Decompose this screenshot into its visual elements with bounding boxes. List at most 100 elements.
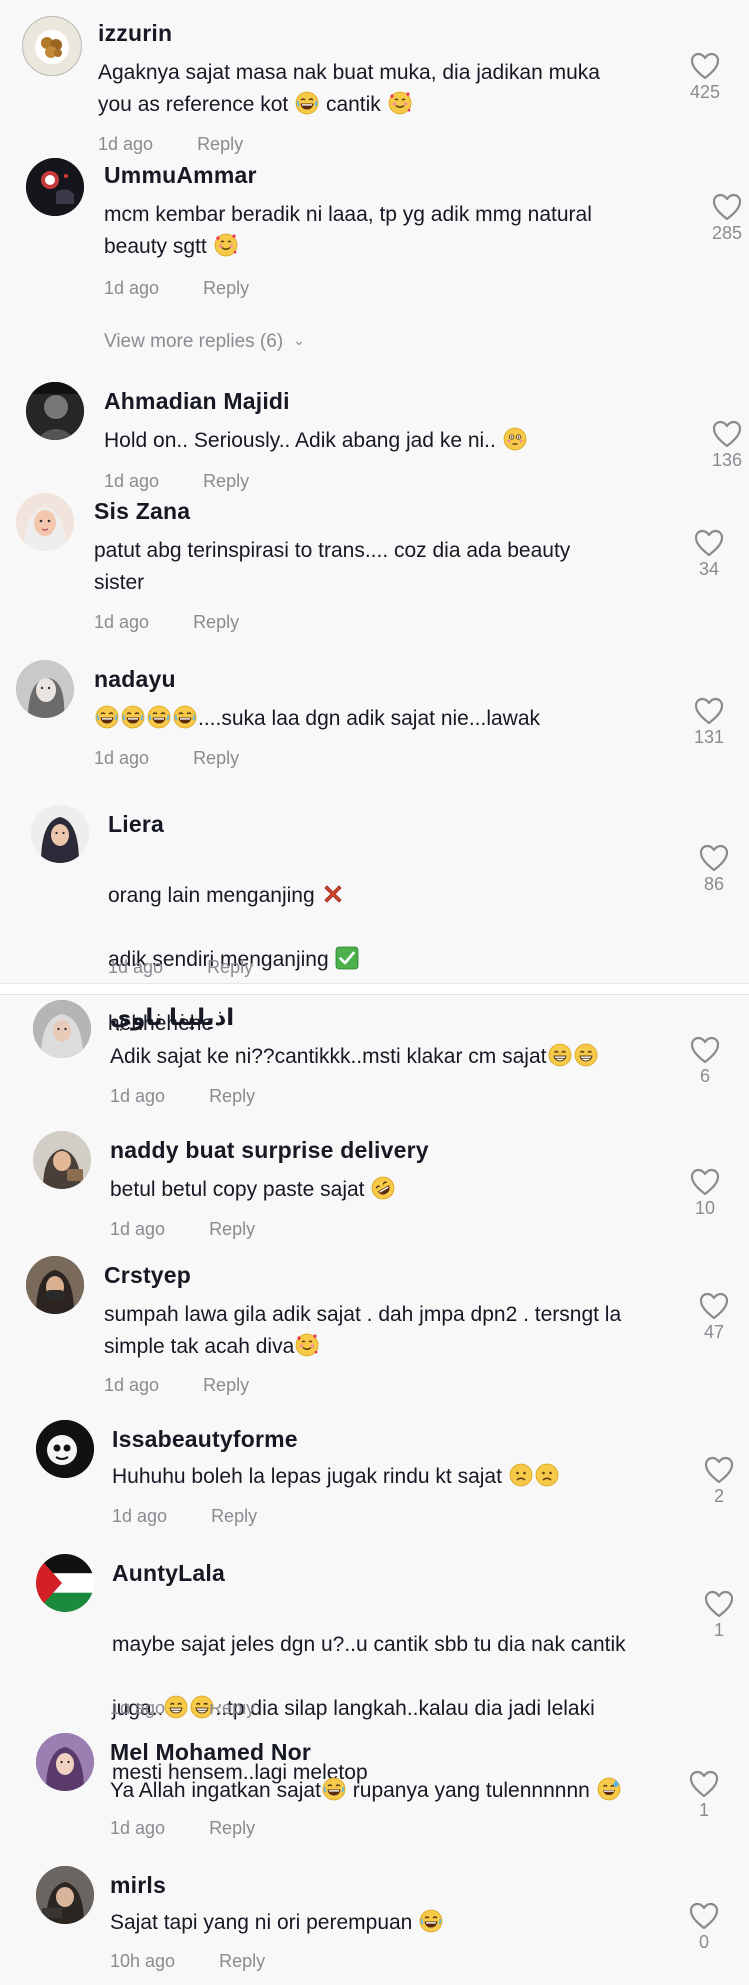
username[interactable]: izzurin <box>98 20 172 47</box>
username[interactable]: Liera <box>108 811 164 838</box>
frowning-face-emoji <box>535 1463 559 1487</box>
comment-meta: 1d ago Reply <box>108 957 253 978</box>
chevron-down-icon: ⌄ <box>293 332 305 348</box>
reply-button[interactable]: Reply <box>219 1951 265 1971</box>
avatar[interactable] <box>26 1256 84 1314</box>
grinning-sweat-emoji <box>597 1777 621 1801</box>
reply-button[interactable]: Reply <box>211 1506 257 1526</box>
heart-icon <box>694 529 724 557</box>
avatar[interactable] <box>36 1420 94 1478</box>
avatar[interactable] <box>26 382 84 440</box>
like-button[interactable]: 1 <box>681 1770 727 1821</box>
comment-time: 1d ago <box>110 1219 166 1239</box>
heart-icon <box>699 844 729 872</box>
reply-button[interactable]: Reply <box>193 748 239 768</box>
username[interactable]: Crstyep <box>104 1262 191 1289</box>
reply-button[interactable]: Reply <box>209 1219 255 1239</box>
like-count: 34 <box>698 559 720 579</box>
like-button[interactable]: 34 <box>686 529 732 580</box>
like-count: 86 <box>703 874 725 894</box>
avatar[interactable] <box>16 493 74 551</box>
like-button[interactable]: 136 <box>704 420 749 471</box>
comment-meta: 1d ago Reply <box>110 1086 255 1107</box>
laughing-tears-emoji <box>173 705 197 729</box>
comment-meta: 1d ago Reply <box>110 1818 255 1839</box>
laughing-tears-emoji <box>295 91 319 115</box>
reply-button[interactable]: Reply <box>203 278 249 298</box>
comment-text: sumpah lawa gila adik sajat . dah jmpa d… <box>104 1303 622 1358</box>
reply-button[interactable]: Reply <box>207 957 253 977</box>
username[interactable]: UmmuAmmar <box>104 162 257 189</box>
avatar[interactable] <box>26 158 84 216</box>
comment-meta: 1d ago Reply <box>98 134 243 155</box>
username[interactable]: اذيلينا ناوي <box>110 1004 234 1031</box>
like-button[interactable]: 2 <box>696 1456 742 1507</box>
comment-time: 1d ago <box>98 134 154 154</box>
comment-text: Sajat tapi yang ni ori perempuan <box>110 1907 670 1939</box>
view-more-replies-button[interactable]: View more replies (6) ⌄ <box>104 331 305 353</box>
username[interactable]: naddy buat surprise delivery <box>110 1137 429 1164</box>
comment-meta: 10h ago Reply <box>110 1951 265 1972</box>
username[interactable]: Ahmadian Majidi <box>104 388 290 415</box>
comment-meta: 1d ago Reply <box>104 278 249 299</box>
heart-icon <box>689 1770 719 1798</box>
comment-meta: 1d ago Reply <box>104 1375 249 1396</box>
grinning-face-emoji <box>574 1043 598 1067</box>
avatar[interactable] <box>16 660 74 718</box>
like-button[interactable]: 1 <box>696 1590 742 1641</box>
username[interactable]: nadayu <box>94 666 176 693</box>
avatar[interactable] <box>33 1000 91 1058</box>
avatar[interactable] <box>31 805 89 863</box>
comment-text: Hold on.. Seriously.. Adik abang jad ke … <box>104 425 684 457</box>
reply-button[interactable]: Reply <box>209 1086 255 1106</box>
comment-time: 1d ago <box>94 748 150 768</box>
reply-button[interactable]: Reply <box>197 134 243 154</box>
like-count: 136 <box>711 450 743 470</box>
avatar[interactable] <box>22 16 82 76</box>
comment-time: 10h ago <box>110 1951 176 1971</box>
like-button[interactable]: 0 <box>681 1902 727 1953</box>
username[interactable]: Mel Mohamed Nor <box>110 1739 311 1766</box>
username[interactable]: Issabeautyforme <box>112 1426 298 1453</box>
comment-time: 1d ago <box>110 1086 166 1106</box>
like-count: 0 <box>698 1932 709 1952</box>
reply-button[interactable]: Reply <box>203 1375 249 1395</box>
check-mark-emoji <box>335 946 359 970</box>
comment-text: Adik sajat ke ni??cantikkk..msti klakar … <box>110 1041 670 1073</box>
smiling-hearts-emoji <box>295 1333 319 1357</box>
comment-meta: 1d ago Reply <box>94 612 239 633</box>
laughing-tears-emoji <box>147 705 171 729</box>
avatar[interactable] <box>36 1554 94 1612</box>
avatar[interactable] <box>36 1866 94 1924</box>
comment-text: mcm kembar beradik ni laaa, tp yg adik m… <box>104 203 592 258</box>
reply-button[interactable]: Reply <box>203 471 249 491</box>
like-button[interactable]: 86 <box>691 844 737 895</box>
laughing-tears-emoji <box>121 705 145 729</box>
like-button[interactable]: 47 <box>691 1292 737 1343</box>
like-button[interactable]: 425 <box>682 52 728 103</box>
reply-button[interactable]: Reply <box>209 1704 255 1718</box>
like-button[interactable]: 6 <box>682 1036 728 1087</box>
like-button[interactable]: 285 <box>704 193 749 244</box>
like-button[interactable]: 10 <box>682 1168 728 1219</box>
reply-button[interactable]: Reply <box>193 612 239 632</box>
like-count: 285 <box>711 223 743 243</box>
comment-meta: 1d ago Reply <box>104 471 249 492</box>
frowning-face-emoji <box>509 1463 533 1487</box>
heart-icon <box>704 1456 734 1484</box>
heart-icon <box>712 420 742 448</box>
like-button[interactable]: 131 <box>686 697 732 748</box>
comment-time: 1d ago <box>110 1818 166 1838</box>
laughing-tears-emoji <box>95 705 119 729</box>
avatar[interactable] <box>36 1733 94 1791</box>
avatar[interactable] <box>33 1131 91 1189</box>
flushed-face-emoji <box>503 427 527 451</box>
reply-button[interactable]: Reply <box>209 1818 255 1838</box>
like-count: 1 <box>713 1620 724 1640</box>
username[interactable]: Sis Zana <box>94 498 190 525</box>
username[interactable]: AuntyLala <box>112 1560 225 1587</box>
comment-time: 1d ago <box>112 1506 168 1526</box>
comment-time: 1d ago <box>104 471 160 491</box>
comment-text: betul betul copy paste sajat <box>110 1174 670 1206</box>
username[interactable]: mirls <box>110 1872 166 1899</box>
